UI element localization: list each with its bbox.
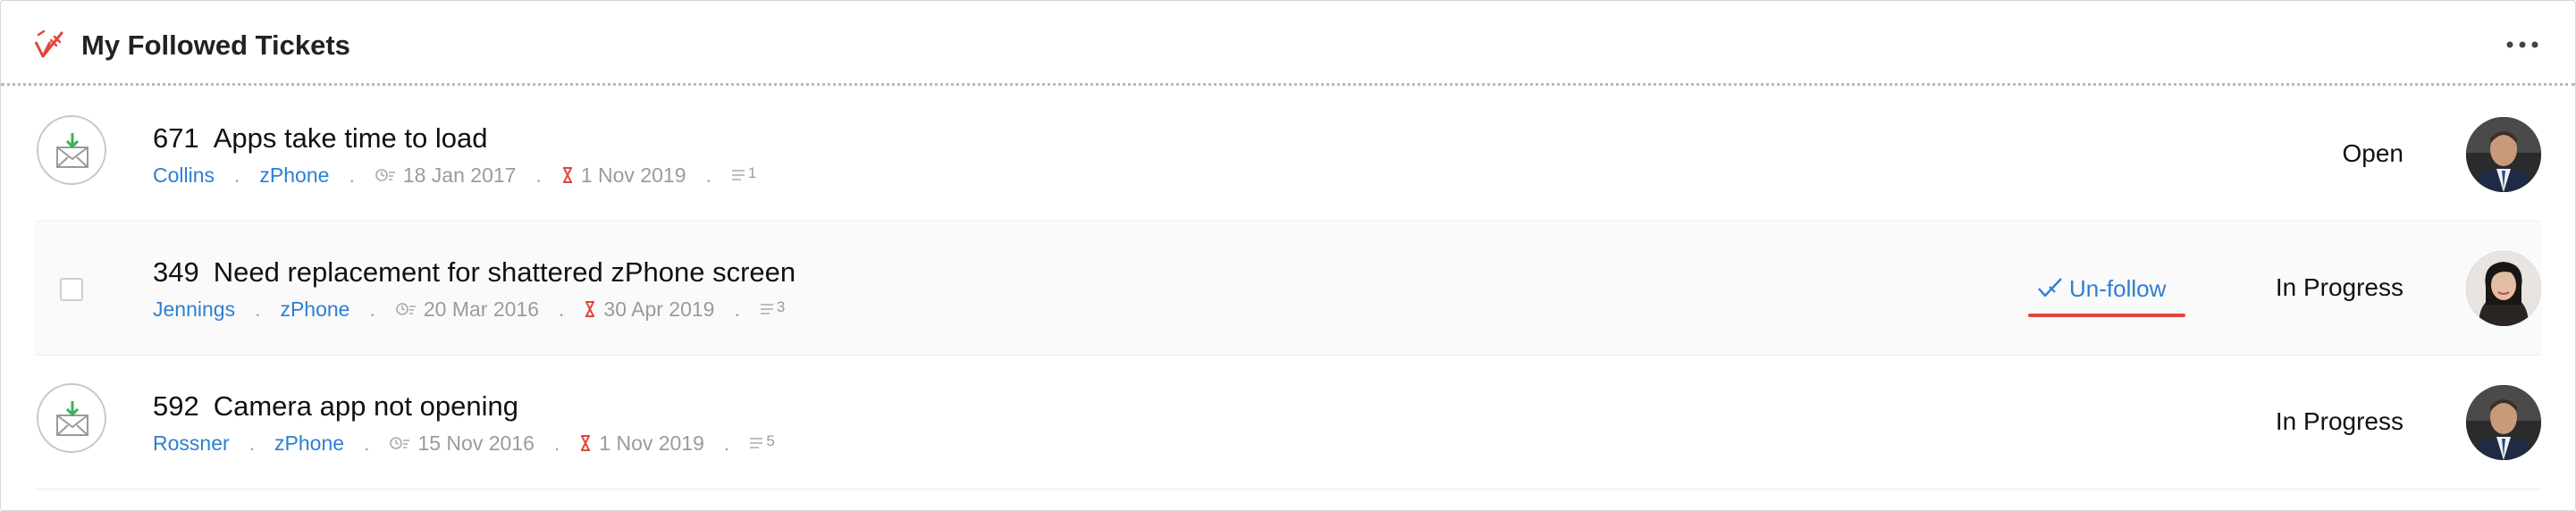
mail-status-icon [37,383,106,453]
meta-separator: . [255,297,261,321]
avatar[interactable] [2466,251,2541,326]
threads-icon [760,304,773,314]
due-date: 1 Nov 2019 [599,431,704,455]
unfollow-button[interactable]: Un-follow [2028,272,2185,317]
contact-link[interactable]: Collins [153,162,215,188]
meta-separator: . [553,431,560,455]
widget-title: My Followed Tickets [81,29,350,61]
ticket-status[interactable]: In Progress [2276,406,2403,437]
followed-tickets-logo-icon [34,29,63,58]
meta-separator: . [734,297,740,321]
meta-separator: . [364,431,370,455]
followed-tickets-widget: My Followed Tickets 671 Apps take time to… [0,0,2576,511]
threads-icon [750,438,763,448]
created-time-icon [396,303,416,315]
more-horizontal-icon[interactable] [2502,31,2543,58]
ticket-meta: Jennings . zPhone . 20 Mar 2016 . 30 Apr… [153,296,785,323]
avatar[interactable] [2466,385,2541,460]
ticket-title[interactable]: 671 Apps take time to load [153,122,487,155]
ticket-number: 349 [153,256,199,288]
hourglass-icon [562,167,572,183]
meta-separator: . [559,297,565,321]
contact-link[interactable]: Rossner [153,430,230,457]
unfollow-underline [2028,314,2185,317]
ticket-row[interactable]: 671 Apps take time to load Collins . zPho… [35,88,2541,222]
product-link[interactable]: zPhone [280,296,349,323]
meta-separator: . [234,163,240,187]
contact-link[interactable]: Jennings [153,296,235,323]
meta-separator: . [705,163,711,187]
unfollow-icon [2038,278,2062,297]
ticket-row[interactable]: 349 Need replacement for shattered zPhone… [35,222,2541,356]
created-time-icon [375,169,395,181]
thread-count[interactable]: 3 [760,299,785,317]
ticket-meta: Collins . zPhone . 18 Jan 2017 . 1 Nov 2… [153,162,756,188]
created-time-icon [390,437,410,449]
created-date: 18 Jan 2017 [402,163,517,187]
ticket-number: 671 [153,122,199,154]
product-link[interactable]: zPhone [259,162,329,188]
threads-icon [731,170,745,180]
meta-separator: . [535,163,542,187]
meta-separator: . [369,297,375,321]
created-date: 20 Mar 2016 [423,297,540,321]
thread-count[interactable]: 1 [731,165,756,183]
hourglass-icon [581,435,591,451]
ticket-subject[interactable]: Apps take time to load [214,122,488,154]
meta-separator: . [349,163,355,187]
thread-count[interactable]: 5 [749,433,775,451]
meta-separator: . [723,431,730,455]
ticket-status[interactable]: Open [2343,138,2404,169]
ticket-subject[interactable]: Camera app not opening [214,390,518,422]
ticket-title[interactable]: 349 Need replacement for shattered zPhone… [153,256,796,289]
ticket-row[interactable]: 592 Camera app not opening Rossner . zPho… [35,356,2541,490]
row-select-checkbox[interactable] [60,278,83,301]
ticket-status[interactable]: In Progress [2276,272,2403,303]
widget-header: My Followed Tickets [1,1,2575,85]
ticket-title[interactable]: 592 Camera app not opening [153,390,518,423]
meta-separator: . [248,431,256,455]
ticket-number: 592 [153,390,199,422]
ticket-subject[interactable]: Need replacement for shattered zPhone sc… [214,256,796,288]
header-divider [1,83,2575,86]
unfollow-label: Un-follow [2069,275,2167,302]
due-date: 30 Apr 2019 [603,297,715,321]
due-date: 1 Nov 2019 [580,163,686,187]
hourglass-icon [585,301,595,317]
mail-status-icon [37,115,106,185]
ticket-meta: Rossner . zPhone . 15 Nov 2016 . 1 Nov 2… [153,430,775,457]
product-link[interactable]: zPhone [274,430,344,457]
avatar[interactable] [2466,117,2541,192]
created-date: 15 Nov 2016 [417,431,535,455]
